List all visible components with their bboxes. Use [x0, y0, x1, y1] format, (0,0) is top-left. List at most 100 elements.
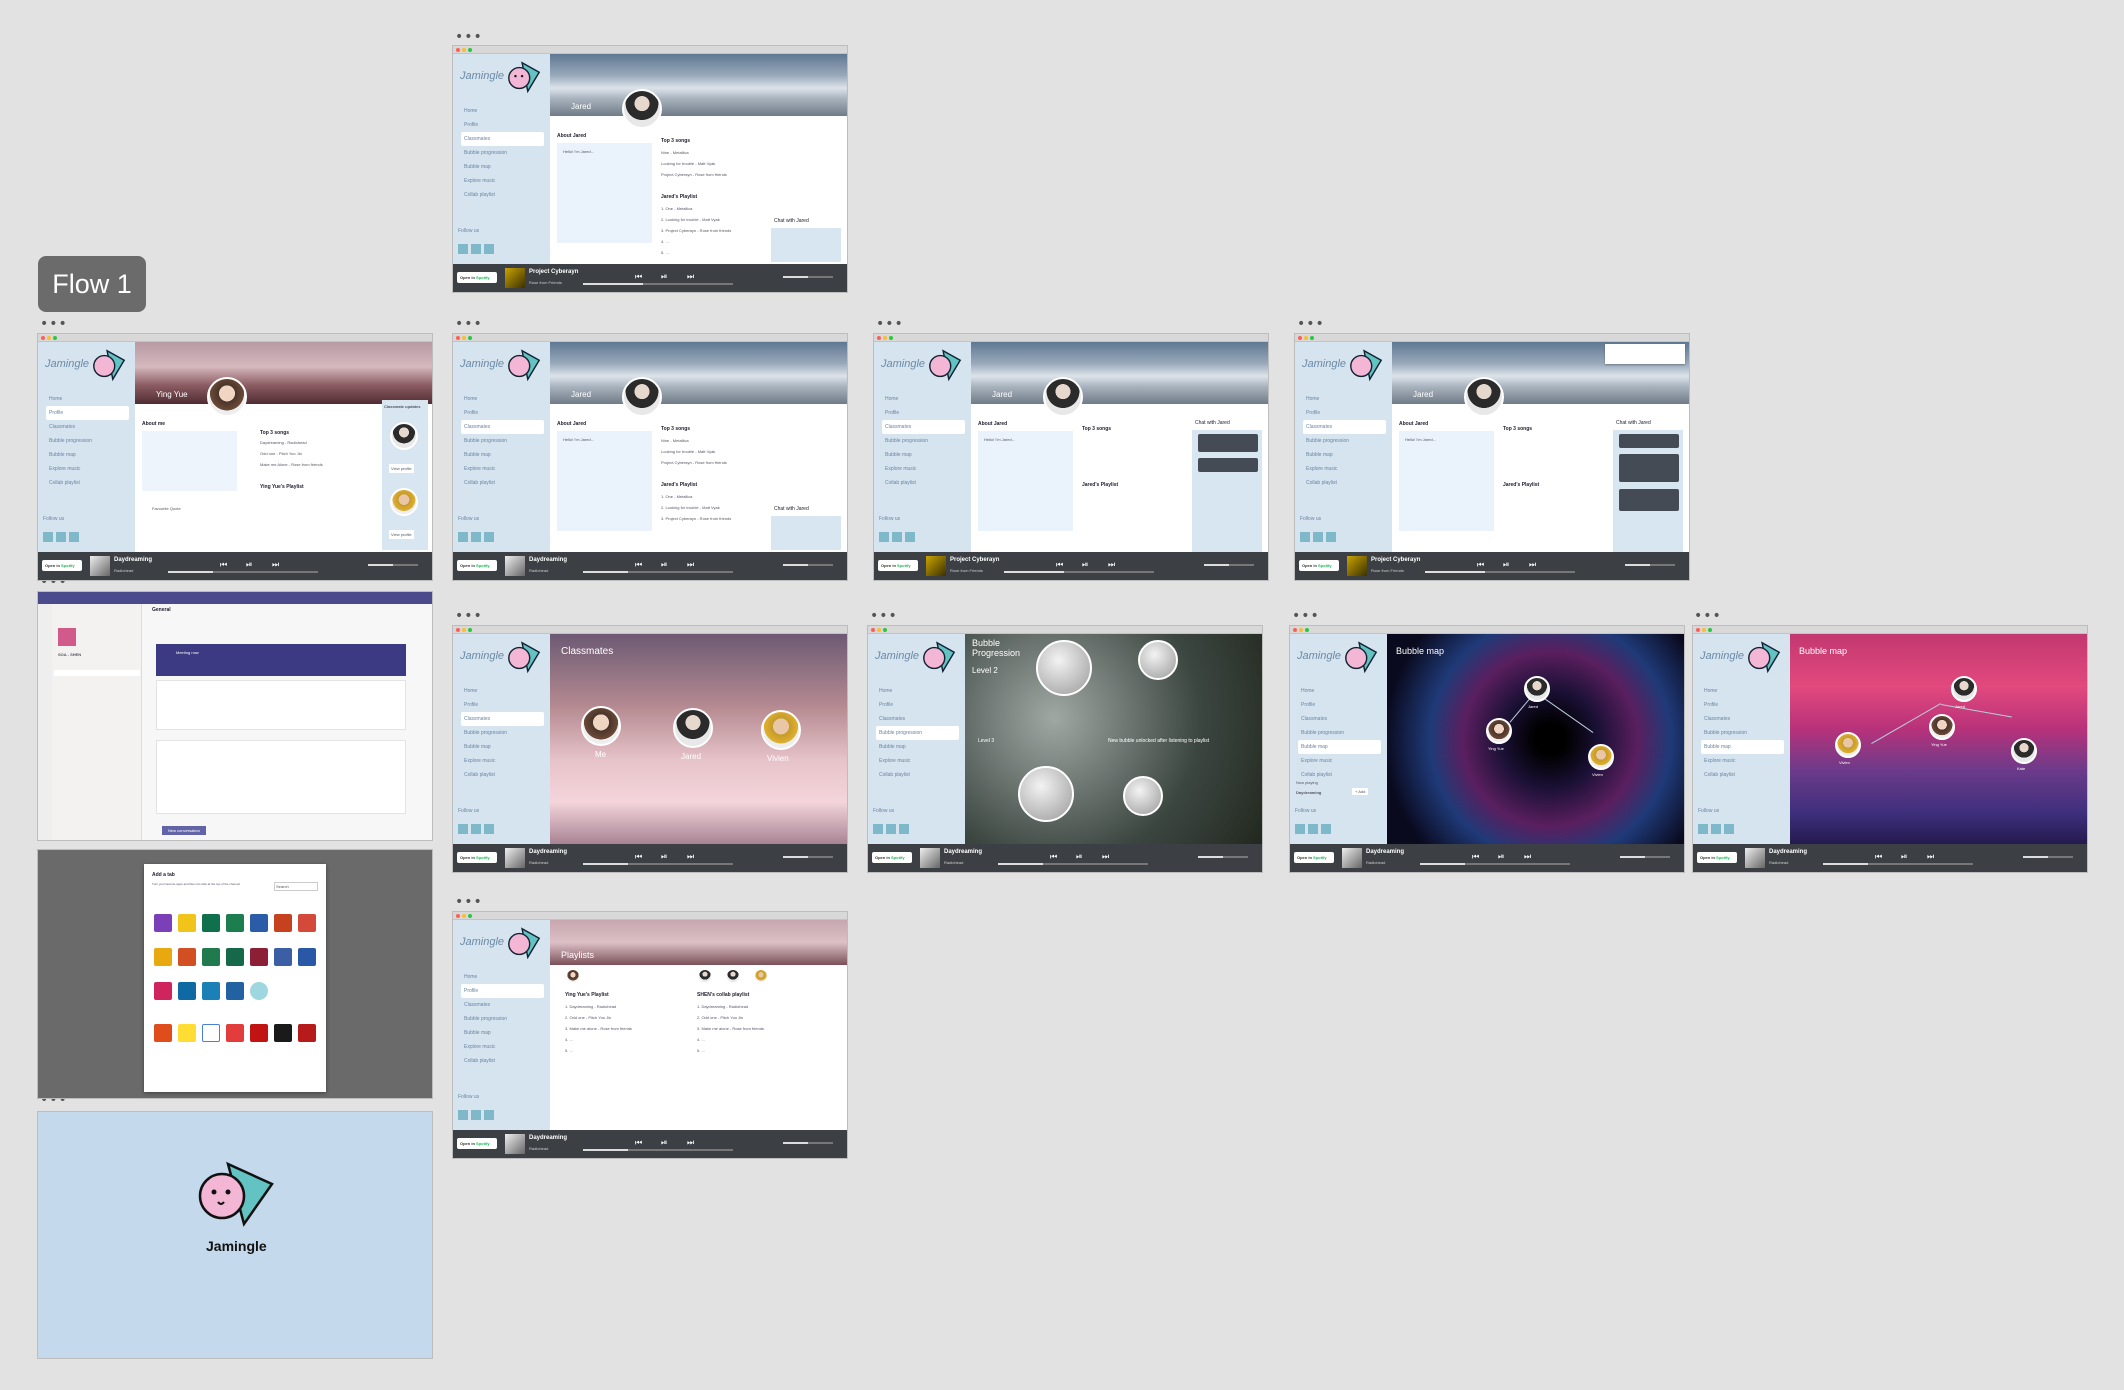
play-pause-icon[interactable]: ⏯ [661, 272, 667, 282]
app-tile[interactable] [202, 1024, 220, 1042]
progress-bar[interactable] [1004, 571, 1154, 573]
progress-bar[interactable] [583, 283, 733, 285]
instagram-icon[interactable] [1308, 824, 1318, 834]
playlist-row[interactable]: 3. Make me alone - Rose from friends [565, 1026, 632, 1031]
nav-profile[interactable]: Profile [1303, 406, 1386, 420]
nav-profile[interactable]: Profile [46, 406, 129, 420]
frame-menu-dots[interactable]: ••• [40, 317, 68, 331]
next-icon[interactable]: ⏭ [1102, 852, 1109, 862]
prev-icon[interactable]: ⏮ [1050, 852, 1057, 862]
nav-collab-playlist[interactable]: Collab playlist [461, 1054, 544, 1068]
playlist-row[interactable]: 4. ... [661, 239, 669, 244]
song-row[interactable]: Looking for trouble - Matt Vyak [661, 449, 715, 454]
playlist-row[interactable]: 3. Make me alone - Rose from friends [697, 1026, 764, 1031]
frame-menu-dots[interactable]: ••• [876, 317, 904, 331]
open-in-spotify-button[interactable]: Open in Spotify [1294, 852, 1334, 863]
bubble-map-node[interactable] [1524, 676, 1550, 702]
app-tile[interactable] [226, 948, 244, 966]
twitter-icon[interactable] [905, 532, 915, 542]
nav-profile[interactable]: Profile [882, 406, 965, 420]
view-profile-button[interactable]: View profile [389, 464, 414, 473]
frame-menu-dots[interactable]: ••• [1292, 609, 1320, 623]
nav-profile[interactable]: Profile [876, 698, 959, 712]
playlist-row[interactable]: 4. ... [697, 1037, 705, 1042]
volume-slider[interactable] [1625, 564, 1675, 566]
team-name[interactable]: SOA - SHEN [58, 652, 81, 657]
nav-bubble-map[interactable]: Bubble map [1303, 448, 1386, 462]
app-tile[interactable] [154, 948, 172, 966]
prev-icon[interactable]: ⏮ [220, 560, 227, 570]
song-row[interactable]: Odd one - Pitch Yoo Jin [260, 451, 302, 456]
view-profile-button[interactable]: View profile [389, 530, 414, 539]
volume-slider[interactable] [783, 564, 833, 566]
progress-bar[interactable] [583, 571, 733, 573]
nav-classmates[interactable]: Classmates [876, 712, 959, 726]
nav-profile[interactable]: Profile [1298, 698, 1381, 712]
play-pause-icon[interactable]: ⏯ [661, 852, 667, 862]
next-icon[interactable]: ⏭ [1927, 852, 1934, 862]
next-icon[interactable]: ⏭ [687, 272, 694, 282]
twitter-icon[interactable] [484, 532, 494, 542]
playlist-row[interactable]: 5. ... [565, 1048, 573, 1053]
bubble-map-node[interactable] [1951, 676, 1977, 702]
bubble-map-node[interactable] [1588, 744, 1614, 770]
nav-classmates[interactable]: Classmates [461, 420, 544, 434]
nav-bubble-map[interactable]: Bubble map [882, 448, 965, 462]
add-song-button[interactable]: + Add [1352, 788, 1369, 795]
facebook-icon[interactable] [458, 244, 468, 254]
app-tile[interactable] [154, 982, 172, 1000]
app-tile[interactable] [178, 948, 196, 966]
nav-bubble-map[interactable]: Bubble map [46, 448, 129, 462]
open-in-spotify-button[interactable]: Open in Spotify [872, 852, 912, 863]
play-pause-icon[interactable]: ⏯ [1503, 560, 1509, 570]
app-tile[interactable] [274, 1024, 292, 1042]
instagram-icon[interactable] [1711, 824, 1721, 834]
nav-profile[interactable]: Profile [461, 406, 544, 420]
app-tile[interactable] [178, 914, 196, 932]
nav-home[interactable]: Home [1303, 392, 1386, 406]
add-tab-search[interactable]: Search [274, 882, 318, 891]
song-row[interactable]: Make me Alone - Rose from friends [260, 462, 323, 467]
nav-profile[interactable]: Profile [461, 118, 544, 132]
classmate-bubble-me[interactable] [581, 706, 621, 746]
volume-slider[interactable] [783, 856, 833, 858]
nav-explore-music[interactable]: Explore music [461, 174, 544, 188]
playlist-row[interactable]: 1. Daydreaming - Radiohead [697, 1004, 748, 1009]
app-tile[interactable] [274, 948, 292, 966]
bubble-map-node[interactable] [1835, 732, 1861, 758]
play-pause-icon[interactable]: ⏯ [1082, 560, 1088, 570]
progress-bar[interactable] [1823, 863, 1973, 865]
nav-classmates[interactable]: Classmates [1701, 712, 1784, 726]
nav-bubble-progression[interactable]: Bubble progression [1303, 434, 1386, 448]
nav-bubble-progression[interactable]: Bubble progression [1298, 726, 1381, 740]
prev-icon[interactable]: ⏮ [1477, 560, 1484, 570]
bubble[interactable] [1123, 776, 1163, 816]
app-tile[interactable] [250, 914, 268, 932]
frame-menu-dots[interactable]: ••• [455, 317, 483, 331]
channel-item-general[interactable] [54, 670, 140, 676]
nav-classmates[interactable]: Classmates [46, 420, 129, 434]
open-in-spotify-button[interactable]: Open in Spotify [878, 560, 918, 571]
volume-slider[interactable] [1204, 564, 1254, 566]
progress-bar[interactable] [583, 863, 733, 865]
nav-home[interactable]: Home [461, 970, 544, 984]
nav-home[interactable]: Home [882, 392, 965, 406]
chat-panel[interactable] [771, 516, 841, 550]
playlist-row[interactable]: 1. One - Metallica [661, 206, 692, 211]
app-tile[interactable] [202, 982, 220, 1000]
open-in-spotify-button[interactable]: Open in Spotify [457, 852, 497, 863]
nav-home[interactable]: Home [1701, 684, 1784, 698]
instagram-icon[interactable] [56, 532, 66, 542]
twitter-icon[interactable] [484, 244, 494, 254]
facebook-icon[interactable] [458, 532, 468, 542]
nav-classmates[interactable]: Classmates [461, 132, 544, 146]
app-tile[interactable] [154, 914, 172, 932]
nav-bubble-map[interactable]: Bubble map [461, 740, 544, 754]
classmate-avatar[interactable] [390, 422, 418, 450]
twitter-icon[interactable] [1724, 824, 1734, 834]
bubble[interactable] [1138, 640, 1178, 680]
progress-bar[interactable] [1420, 863, 1570, 865]
chat-panel[interactable] [771, 228, 841, 262]
bubble-map-node[interactable] [2011, 738, 2037, 764]
nav-bubble-map[interactable]: Bubble map [461, 448, 544, 462]
